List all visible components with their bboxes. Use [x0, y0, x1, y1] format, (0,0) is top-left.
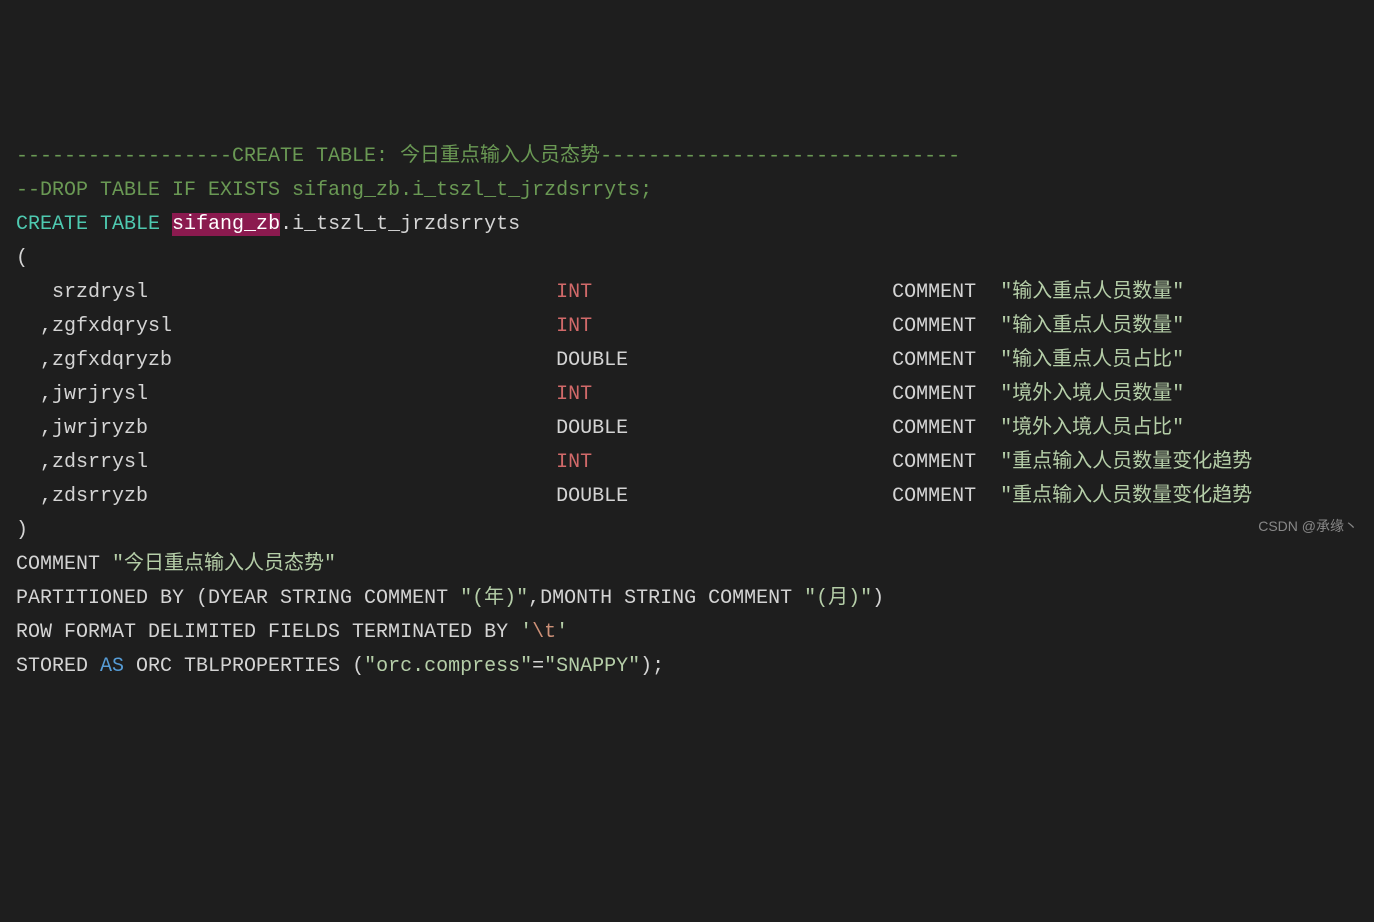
- row-format-clause: ROW FORMAT DELIMITED FIELDS TERMINATED B…: [16, 621, 568, 644]
- paren-open: (: [16, 247, 28, 270]
- drop-table-comment: --DROP TABLE IF EXISTS sifang_zb.i_tszl_…: [16, 179, 652, 202]
- stored-as-clause: STORED AS ORC TBLPROPERTIES ("orc.compre…: [16, 655, 664, 678]
- code-editor[interactable]: ------------------CREATE TABLE: 今日重点输入人员…: [16, 140, 1358, 684]
- create-table-statement: CREATE TABLE sifang_zb.i_tszl_t_jrzdsrry…: [16, 213, 520, 236]
- column-definitions: srzdrysl INT COMMENT "输入重点人员数量" ,zgfxdqr…: [16, 276, 1358, 514]
- header-comment-line: ------------------CREATE TABLE: 今日重点输入人员…: [16, 145, 960, 168]
- table-comment: COMMENT "今日重点输入人员态势": [16, 553, 336, 576]
- schema-name-highlighted: sifang_zb: [172, 213, 280, 236]
- watermark-label: CSDN @承缘丶: [1258, 515, 1358, 539]
- paren-close: ): [16, 519, 28, 542]
- partition-clause: PARTITIONED BY (DYEAR STRING COMMENT "(年…: [16, 587, 884, 610]
